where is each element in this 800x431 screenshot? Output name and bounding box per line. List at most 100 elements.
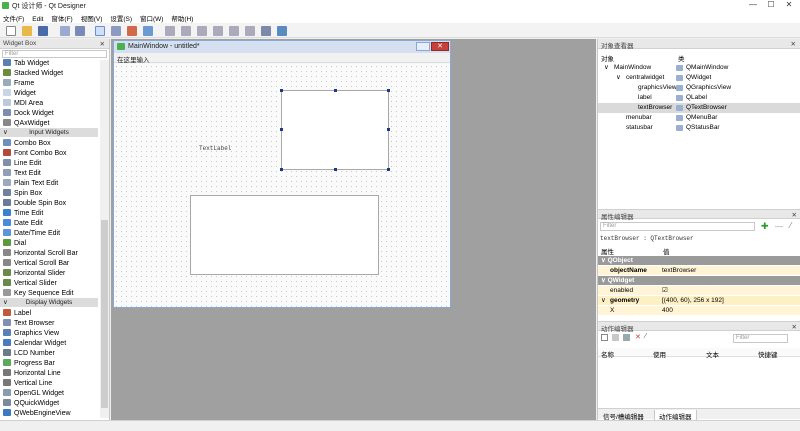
configure-action-icon[interactable]: ⁄ [645, 333, 646, 340]
widget-item[interactable]: Time Edit [3, 209, 43, 219]
object-tree-row[interactable]: graphicsView QGraphicsView [598, 83, 800, 93]
property-value[interactable]: 400 [662, 306, 673, 315]
widget-item[interactable]: Date/Time Edit [3, 229, 60, 239]
property-filter-input[interactable]: Filter [600, 222, 755, 231]
form-close-button[interactable]: ✕ [431, 42, 449, 51]
widget-item[interactable]: Graphics View [3, 329, 59, 339]
object-tree-row[interactable]: textBrowser QTextBrowser [598, 103, 800, 113]
dock-close-icon[interactable]: ✕ [100, 40, 105, 48]
widget-category-header[interactable]: ∨ Input Widgets [0, 128, 98, 137]
property-row[interactable]: ∨ geometry [(400, 60), 256 x 192] [598, 296, 800, 305]
text-browser[interactable] [190, 195, 379, 275]
property-value[interactable]: textBrowser [662, 266, 696, 275]
form-central-widget[interactable]: TextLabel [114, 64, 450, 307]
paste-action-icon[interactable] [623, 334, 630, 341]
configure-icon[interactable]: ⁄ [790, 221, 791, 230]
delete-action-icon[interactable]: ✕ [635, 333, 641, 341]
widget-item[interactable]: Horizontal Slider [3, 269, 65, 279]
resize-handle[interactable] [280, 89, 283, 92]
dock-close-icon[interactable]: ✕ [792, 211, 797, 219]
property-row[interactable]: enabled ☑ [598, 286, 800, 295]
property-value[interactable]: ☑ [662, 286, 668, 295]
action-filter-input[interactable]: Filter [733, 334, 788, 343]
resize-handle[interactable] [387, 128, 390, 131]
copy-action-icon[interactable] [612, 334, 619, 341]
widget-item[interactable]: Text Edit [3, 169, 41, 179]
widget-item[interactable]: Plain Text Edit [3, 179, 58, 189]
widget-item[interactable]: Frame [3, 79, 34, 89]
widget-item[interactable]: Spin Box [3, 189, 42, 199]
new-action-icon[interactable] [601, 334, 608, 341]
object-tree-row[interactable]: menubar QMenuBar [598, 113, 800, 123]
widget-item[interactable]: Stacked Widget [3, 69, 63, 79]
edit-signals-icon[interactable] [111, 26, 121, 36]
resize-handle[interactable] [280, 128, 283, 131]
object-tree-row[interactable]: ∨ centralwidget QWidget [598, 73, 800, 83]
layout-splitter-v-icon[interactable] [213, 26, 223, 36]
widget-item[interactable]: Vertical Line [3, 379, 52, 389]
edit-tab-order-icon[interactable] [143, 26, 153, 36]
dock-close-icon[interactable]: ✕ [791, 40, 796, 48]
property-row[interactable]: objectName textBrowser [598, 266, 800, 275]
widget-item[interactable]: Tab Widget [3, 59, 49, 69]
property-section[interactable]: ∨ QWidget [598, 276, 800, 285]
open-folder-icon[interactable] [22, 26, 32, 36]
layout-horizontal-icon[interactable] [165, 26, 175, 36]
resize-handle[interactable] [387, 89, 390, 92]
widget-item[interactable]: Vertical Slider [3, 279, 57, 289]
layout-splitter-h-icon[interactable] [197, 26, 207, 36]
text-label-widget[interactable]: TextLabel [199, 145, 231, 152]
property-value[interactable]: [(400, 60), 256 x 192] [662, 296, 724, 305]
widget-item[interactable]: LCD Number [3, 349, 55, 359]
object-tree-row[interactable]: label QLabel [598, 93, 800, 103]
widget-item[interactable]: QWebEngineView [3, 409, 71, 419]
dock-close-icon[interactable]: ✕ [792, 323, 797, 331]
close-button[interactable]: ✕ [774, 0, 800, 9]
widget-item[interactable]: Line Edit [3, 159, 41, 169]
widget-item[interactable]: Horizontal Scroll Bar [3, 249, 78, 259]
widget-item[interactable]: Date Edit [3, 219, 43, 229]
object-tree-row[interactable]: ∨ MainWindow QMainWindow [598, 63, 800, 73]
widget-category-header[interactable]: ∨ Display Widgets [0, 298, 98, 307]
widget-box-scroll-thumb[interactable] [101, 220, 108, 408]
widget-filter-input[interactable]: Filter [2, 50, 107, 58]
break-layout-icon[interactable] [261, 26, 271, 36]
chevron-down-icon[interactable]: ∨ [604, 63, 609, 73]
widget-item[interactable]: Label [3, 309, 31, 319]
edit-buddies-icon[interactable] [127, 26, 137, 36]
bring-to-front-icon[interactable] [75, 26, 85, 36]
widget-item[interactable]: Widget [3, 89, 36, 99]
widget-item[interactable]: QQuickWidget [3, 399, 59, 409]
chevron-down-icon[interactable]: ∨ [616, 73, 621, 83]
resize-handle[interactable] [334, 168, 337, 171]
property-row[interactable]: X 400 [598, 306, 800, 315]
resize-handle[interactable] [334, 89, 337, 92]
remove-property-icon[interactable]: — [775, 222, 783, 231]
send-to-back-icon[interactable] [60, 26, 70, 36]
resize-handle[interactable] [280, 168, 283, 171]
add-property-icon[interactable]: ✚ [761, 221, 769, 232]
widget-item[interactable]: Font Combo Box [3, 149, 67, 159]
graphics-view[interactable] [281, 90, 389, 170]
widget-item[interactable]: MDI Area [3, 99, 43, 109]
widget-item[interactable]: OpenGL Widget [3, 389, 64, 399]
adjust-size-icon[interactable] [277, 26, 287, 36]
form-minimize-button[interactable] [416, 42, 430, 51]
save-icon[interactable] [38, 26, 48, 36]
layout-vertical-icon[interactable] [181, 26, 191, 36]
widget-item[interactable]: Combo Box [3, 139, 51, 149]
widget-item[interactable]: Double Spin Box [3, 199, 66, 209]
form-window[interactable]: MainWindow - untitled* ✕ 在这里输入 TextLabel [113, 40, 451, 308]
form-menu-placeholder[interactable]: 在这里输入 [117, 54, 150, 64]
widget-item[interactable]: Progress Bar [3, 359, 55, 369]
new-form-icon[interactable] [6, 26, 16, 36]
widget-item[interactable]: Dial [3, 239, 26, 249]
layout-grid-icon[interactable] [229, 26, 239, 36]
edit-widgets-icon[interactable] [95, 26, 105, 36]
object-tree-row[interactable]: statusbar QStatusBar [598, 123, 800, 133]
resize-handle[interactable] [387, 168, 390, 171]
widget-item[interactable]: Horizontal Line [3, 369, 61, 379]
layout-form-icon[interactable] [245, 26, 255, 36]
property-section[interactable]: ∨ QObject [598, 256, 800, 265]
widget-item[interactable]: Vertical Scroll Bar [3, 259, 69, 269]
